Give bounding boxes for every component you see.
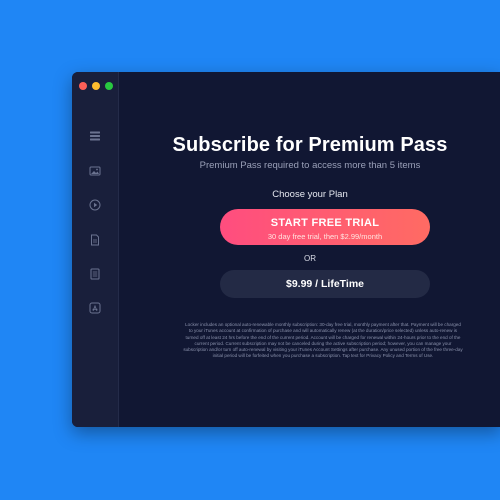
close-window-button[interactable] bbox=[79, 82, 87, 90]
app-window: Subscribe for Premium Pass Premium Pass … bbox=[72, 72, 500, 427]
lifetime-purchase-button[interactable]: $9.99 / LifeTime bbox=[220, 270, 430, 298]
legal-terms-text[interactable]: Locker includes an optional auto-renewab… bbox=[183, 322, 463, 360]
page-subtitle: Premium Pass required to access more tha… bbox=[199, 160, 421, 171]
list-icon[interactable] bbox=[89, 130, 101, 142]
start-free-trial-button[interactable]: START FREE TRIAL 30 day free trial, then… bbox=[220, 209, 430, 245]
or-divider-label: OR bbox=[304, 254, 316, 263]
sidebar bbox=[72, 72, 119, 427]
page-title: Subscribe for Premium Pass bbox=[172, 134, 448, 156]
document-icon[interactable] bbox=[89, 234, 101, 246]
app-store-icon[interactable] bbox=[89, 302, 101, 314]
window-controls bbox=[79, 82, 113, 90]
zoom-window-button[interactable] bbox=[105, 82, 113, 90]
trial-button-sublabel: 30 day free trial, then $2.99/month bbox=[267, 232, 383, 241]
trial-button-label: START FREE TRIAL bbox=[270, 217, 380, 229]
minimize-window-button[interactable] bbox=[92, 82, 100, 90]
notes-icon[interactable] bbox=[89, 268, 101, 280]
image-icon[interactable] bbox=[89, 165, 101, 177]
subscription-panel: Subscribe for Premium Pass Premium Pass … bbox=[118, 72, 500, 427]
play-icon[interactable] bbox=[89, 199, 101, 211]
choose-plan-label: Choose your Plan bbox=[272, 189, 348, 200]
